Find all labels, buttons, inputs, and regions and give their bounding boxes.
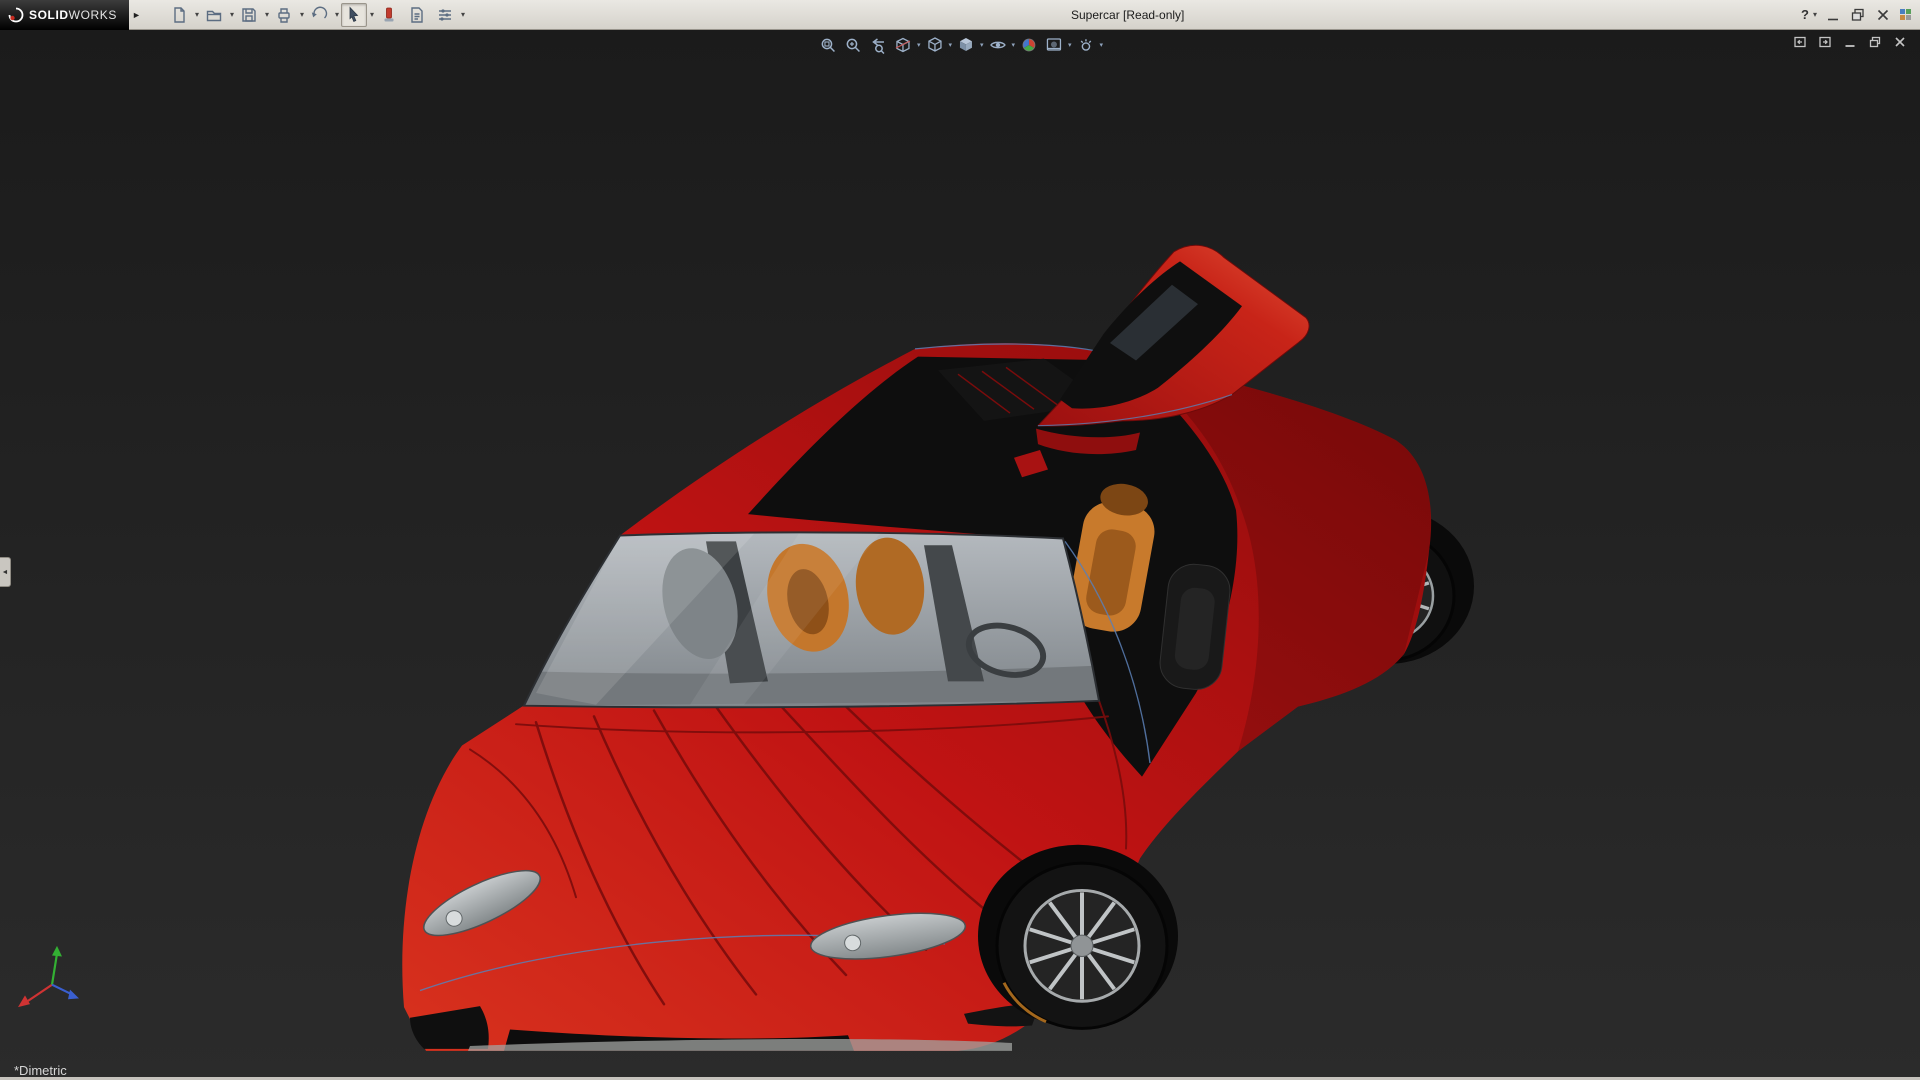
brand-bold: SOLID — [29, 8, 69, 22]
titlebar: SOLIDWORKS ► ▾ ▾ ▾ ▾ ▾ — [0, 0, 1920, 30]
new-document-icon — [170, 6, 188, 24]
dropdown-caret[interactable]: ▾ — [948, 41, 952, 49]
front-wheel[interactable] — [978, 845, 1178, 1029]
windshield[interactable] — [524, 532, 1099, 708]
zoom-to-area-icon — [844, 36, 862, 54]
xpress-products-icon — [380, 6, 398, 24]
apply-scene-icon — [1045, 36, 1063, 54]
print-icon — [275, 6, 293, 24]
dropdown-caret[interactable]: ▾ — [370, 10, 374, 19]
options-button[interactable] — [432, 3, 458, 27]
graphics-area[interactable]: ▾ ▾ ▾ ▾ ▾ — [0, 30, 1920, 1080]
brand-text: SOLIDWORKS — [29, 8, 117, 22]
menu-expand-arrow[interactable]: ► — [129, 10, 144, 20]
previous-window-icon — [1792, 34, 1808, 50]
view-orientation-icon — [925, 36, 943, 54]
document-restore-icon — [1867, 34, 1883, 50]
print-button[interactable] — [271, 3, 297, 27]
previous-view-icon — [869, 36, 887, 54]
dropdown-caret[interactable]: ▾ — [980, 41, 984, 49]
help-button[interactable]: ? — [1801, 7, 1809, 22]
save-icon — [240, 6, 258, 24]
featuremanager-flyout-tab[interactable]: ◄ — [0, 557, 11, 587]
restore-button[interactable] — [1849, 6, 1867, 24]
section-view-button[interactable] — [892, 34, 914, 56]
document-minimize-icon — [1842, 34, 1858, 50]
zoom-to-fit-button[interactable] — [817, 34, 839, 56]
select-button[interactable] — [341, 3, 367, 27]
new-document-button[interactable] — [166, 3, 192, 27]
zoom-to-area-button[interactable] — [842, 34, 864, 56]
open-icon — [205, 6, 223, 24]
display-style-icon — [957, 36, 975, 54]
document-minimize-button[interactable] — [1842, 34, 1858, 50]
zoom-to-fit-icon — [819, 36, 837, 54]
edit-appearance-button[interactable] — [1018, 34, 1040, 56]
save-button[interactable] — [236, 3, 262, 27]
next-window-icon — [1817, 34, 1833, 50]
document-close-icon — [1892, 34, 1908, 50]
previous-window-button[interactable] — [1792, 34, 1808, 50]
file-properties-icon — [408, 6, 426, 24]
dropdown-caret[interactable]: ▾ — [1068, 41, 1072, 49]
orientation-triad[interactable] — [18, 946, 79, 1007]
dropdown-caret[interactable]: ▾ — [1012, 41, 1016, 49]
view-orientation-label: *Dimetric — [14, 1063, 67, 1078]
view-orientation-button[interactable] — [923, 34, 945, 56]
headsup-view-toolbar: ▾ ▾ ▾ ▾ ▾ — [817, 34, 1103, 56]
brand-light: WORKS — [69, 8, 117, 22]
document-title: Supercar [Read-only] — [1071, 0, 1184, 30]
titlebar-right-controls: ? ▾ — [1801, 6, 1920, 24]
hide-show-items-button[interactable] — [987, 34, 1009, 56]
view-settings-icon — [1077, 36, 1095, 54]
dropdown-caret[interactable]: ▾ — [335, 10, 339, 19]
minimize-button[interactable] — [1824, 6, 1842, 24]
apply-scene-button[interactable] — [1043, 34, 1065, 56]
help-dropdown-caret[interactable]: ▾ — [1813, 10, 1817, 19]
undo-icon — [310, 6, 328, 24]
view-settings-button[interactable] — [1075, 34, 1097, 56]
model-scene — [0, 30, 1920, 1080]
dassault-logo-icon — [8, 7, 24, 23]
dropdown-caret[interactable]: ▾ — [1100, 41, 1104, 49]
solidworks-resources-icon[interactable] — [1899, 8, 1912, 21]
display-style-button[interactable] — [955, 34, 977, 56]
hide-show-items-icon — [989, 36, 1007, 54]
next-window-button[interactable] — [1817, 34, 1833, 50]
select-cursor-icon — [345, 6, 363, 24]
dropdown-caret[interactable]: ▾ — [461, 10, 465, 19]
solidworks-logo: SOLIDWORKS — [0, 0, 129, 30]
options-icon — [436, 6, 454, 24]
close-button[interactable] — [1874, 6, 1892, 24]
edit-appearance-icon — [1020, 36, 1038, 54]
document-window-controls — [1792, 34, 1908, 50]
dropdown-caret[interactable]: ▾ — [300, 10, 304, 19]
dropdown-caret[interactable]: ▾ — [917, 41, 921, 49]
open-button[interactable] — [201, 3, 227, 27]
undo-button[interactable] — [306, 3, 332, 27]
document-restore-button[interactable] — [1867, 34, 1883, 50]
xpress-products-button[interactable] — [376, 3, 402, 27]
previous-view-button[interactable] — [867, 34, 889, 56]
file-properties-button[interactable] — [404, 3, 430, 27]
dropdown-caret[interactable]: ▾ — [230, 10, 234, 19]
dropdown-caret[interactable]: ▾ — [265, 10, 269, 19]
dropdown-caret[interactable]: ▾ — [195, 10, 199, 19]
section-view-icon — [894, 36, 912, 54]
standard-toolbar: ▾ ▾ ▾ ▾ ▾ ▾ — [166, 3, 465, 27]
document-close-button[interactable] — [1892, 34, 1908, 50]
